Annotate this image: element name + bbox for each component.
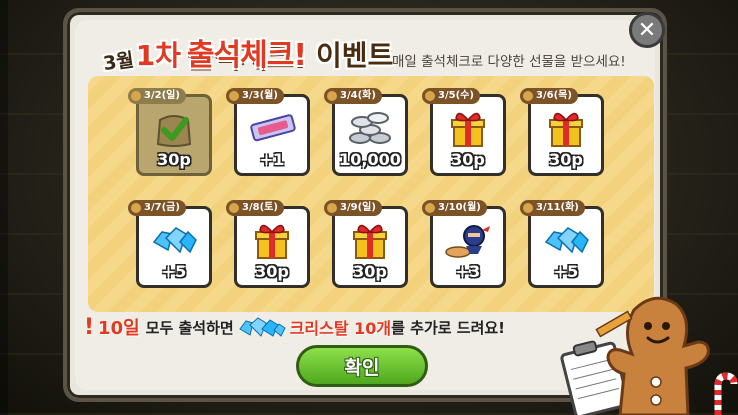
reward-card-day10[interactable]: 3/11(화) +5 <box>520 200 606 288</box>
reward-card-day8[interactable]: 3/9(일) 30p <box>324 200 410 288</box>
reward-amount: 10,000 <box>339 150 401 169</box>
title-main: 출석체크! <box>186 38 307 73</box>
popup-title: 3월 1차 출석체크! 이벤트 <box>101 30 394 76</box>
banner-text2: 를 추가로 드려요! <box>391 318 506 337</box>
coins-icon <box>349 112 391 144</box>
reward-card-day9[interactable]: 3/10(월) +3 <box>422 200 508 288</box>
reward-amount: 30p <box>451 150 485 169</box>
reward-amount: +5 <box>161 262 187 281</box>
confirm-button[interactable]: 확인 <box>296 345 428 387</box>
banner-text1: 모두 출석하면 <box>145 318 234 337</box>
reward-card-day1[interactable]: 3/2(일) 30p <box>128 88 214 176</box>
reward-amount: 30p <box>549 150 583 169</box>
gift-icon <box>255 224 289 259</box>
date-tab: 3/8(토) <box>226 200 284 216</box>
reward-amount: 30p <box>157 150 191 169</box>
gingerbread-cookie-mascot-icon <box>560 296 738 415</box>
ninja-cookie-icon <box>445 225 490 258</box>
reward-amount: 30p <box>353 262 387 281</box>
date-tab: 3/7(금) <box>128 200 186 216</box>
reward-card-day7[interactable]: 3/8(토) 30p <box>226 200 312 288</box>
banner-crystal: 크리스탈 10개 <box>289 319 392 338</box>
reward-amount: +1 <box>259 150 285 169</box>
date-tab: 3/4(화) <box>324 88 382 104</box>
reward-card-day2[interactable]: 3/3(월) +1 <box>226 88 312 176</box>
gift-icon <box>549 112 583 147</box>
crystal-icon <box>152 227 197 254</box>
popup-subtitle: 매일 출석체크로 다양한 선물을 받으세요! <box>392 54 626 70</box>
close-button[interactable]: ✕ <box>629 12 665 48</box>
date-tab: 3/2(일) <box>128 88 186 104</box>
reward-board: 3/2(일) 30p 3/3(월) +1 3/4(화) 10,000 3/5(수… <box>88 76 654 312</box>
reward-amount: +5 <box>553 262 579 281</box>
check-pouch-icon <box>156 115 192 147</box>
gift-icon <box>451 112 485 147</box>
reward-card-day3[interactable]: 3/4(화) 10,000 <box>324 88 410 176</box>
date-tab: 3/10(월) <box>422 200 487 216</box>
reward-amount: +3 <box>455 262 481 281</box>
exclamation-icon: ! <box>84 314 95 340</box>
reward-card-day4[interactable]: 3/5(수) 30p <box>422 88 508 176</box>
gift-icon <box>353 224 387 259</box>
crystal-icon <box>544 227 589 254</box>
date-tab: 3/5(수) <box>422 88 480 104</box>
ticket-icon <box>250 114 296 142</box>
title-round: 1차 <box>135 39 181 72</box>
title-event: 이벤트 <box>316 39 394 72</box>
date-tab: 3/6(목) <box>520 88 578 104</box>
date-tab: 3/11(화) <box>520 200 585 216</box>
crystal-icon <box>238 317 286 337</box>
title-month: 3월 <box>101 48 136 76</box>
date-tab: 3/9(일) <box>324 200 382 216</box>
reward-amount: 30p <box>255 262 289 281</box>
date-tab: 3/3(월) <box>226 88 284 104</box>
banner-days: 10일 <box>98 318 140 339</box>
reward-card-day6[interactable]: 3/7(금) +5 <box>128 200 214 288</box>
reward-card-day5[interactable]: 3/6(목) 30p <box>520 88 606 176</box>
bonus-banner: ! 10일 모두 출석하면 크리스탈 10개 를 추가로 드려요! <box>84 312 604 342</box>
